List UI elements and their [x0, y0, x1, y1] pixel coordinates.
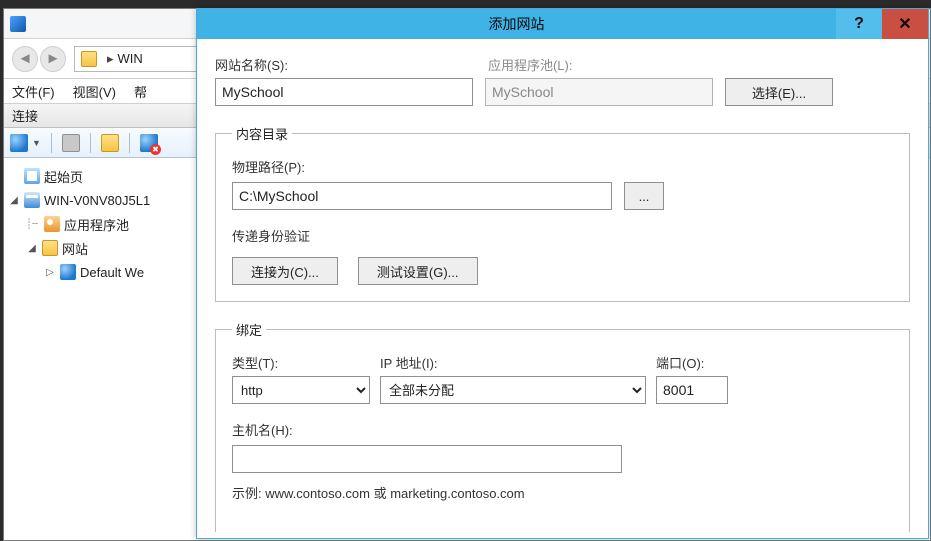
menu-file[interactable]: 文件(F)	[12, 82, 55, 101]
toolbar-separator	[129, 133, 130, 153]
physical-path-label: 物理路径(P):	[232, 157, 893, 176]
tree-label: 网站	[62, 239, 88, 258]
test-settings-button[interactable]: 测试设置(G)...	[358, 257, 478, 285]
tree-label: 应用程序池	[64, 215, 129, 234]
type-label: 类型(T):	[232, 353, 380, 372]
close-button[interactable]: ✕	[882, 9, 928, 39]
chevron-down-icon[interactable]: ▼	[32, 138, 41, 148]
apppool-icon	[44, 216, 60, 232]
physical-path-input[interactable]	[232, 182, 612, 210]
hostname-label: 主机名(H):	[232, 420, 893, 439]
binding-legend: 绑定	[232, 320, 266, 339]
apppool-label: 应用程序池(L):	[488, 55, 573, 74]
breadcrumb-root: WIN	[118, 51, 143, 66]
ip-address-label: IP 地址(I):	[380, 353, 656, 372]
server-icon	[24, 192, 40, 208]
select-apppool-button[interactable]: 选择(E)...	[725, 78, 833, 106]
connections-panel-title: 连接	[12, 106, 38, 125]
sites-icon	[42, 240, 58, 256]
save-icon[interactable]	[62, 134, 80, 152]
disconnect-icon[interactable]	[140, 134, 158, 152]
nav-back-button[interactable]: ◄	[12, 46, 38, 72]
type-select[interactable]: http	[232, 376, 370, 404]
add-website-dialog: 添加网站 ? ✕ 网站名称(S): 应用程序池(L): 选择(E)... 内容目…	[196, 8, 929, 539]
iis-app-icon	[10, 16, 26, 32]
content-directory-group: 内容目录 物理路径(P): ... 传递身份验证 连接为(C)... 测试设置(…	[215, 124, 910, 302]
site-name-label: 网站名称(S):	[215, 55, 288, 74]
menu-view[interactable]: 视图(V)	[73, 82, 116, 101]
tree-line-icon: ┊╌	[26, 219, 38, 230]
twisty-closed-icon[interactable]: ▷	[44, 267, 56, 278]
ip-address-select[interactable]: 全部未分配	[380, 376, 646, 404]
home-icon	[24, 168, 40, 184]
breadcrumb-separator-icon: ▸	[107, 51, 114, 67]
tree-label: WIN-V0NV80J5L1	[44, 193, 150, 208]
passthrough-auth-label: 传递身份验证	[232, 226, 893, 245]
tree-label: 起始页	[44, 167, 83, 186]
nav-forward-button[interactable]: ►	[40, 46, 66, 72]
help-button[interactable]: ?	[836, 9, 882, 39]
toolbar-separator	[51, 133, 52, 153]
website-icon	[60, 264, 76, 280]
port-label: 端口(O):	[656, 353, 704, 372]
twisty-open-icon[interactable]: ◢	[8, 195, 20, 206]
browse-button[interactable]: ...	[624, 182, 664, 210]
twisty-open-icon[interactable]: ◢	[26, 243, 38, 254]
port-input[interactable]	[656, 376, 728, 404]
open-icon[interactable]	[101, 134, 119, 152]
dialog-body: 网站名称(S): 应用程序池(L): 选择(E)... 内容目录 物理路径(P)…	[215, 55, 910, 538]
toolbar-separator	[90, 133, 91, 153]
connect-as-button[interactable]: 连接为(C)...	[232, 257, 338, 285]
breadcrumb-folder-icon	[81, 51, 97, 67]
dialog-title: 添加网站	[197, 14, 836, 34]
connect-icon[interactable]	[10, 134, 28, 152]
binding-group: 绑定 类型(T): IP 地址(I): 端口(O): http 全部未分配	[215, 320, 910, 532]
apppool-input	[485, 78, 713, 106]
site-name-input[interactable]	[215, 78, 473, 106]
hostname-input[interactable]	[232, 445, 622, 473]
tree-label: Default We	[80, 265, 144, 280]
dialog-titlebar: 添加网站 ? ✕	[197, 9, 928, 39]
content-directory-legend: 内容目录	[232, 124, 292, 143]
hostname-example: 示例: www.contoso.com 或 marketing.contoso.…	[232, 483, 893, 502]
menu-help[interactable]: 帮	[134, 82, 147, 101]
